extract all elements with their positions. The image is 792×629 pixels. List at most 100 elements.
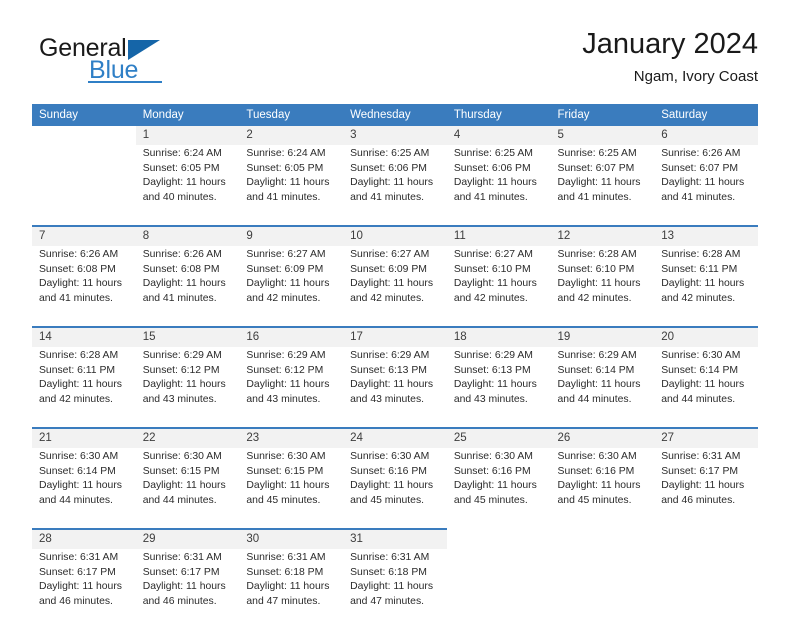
day-detail-line: and 45 minutes.: [350, 494, 425, 506]
day-number-9[interactable]: 9: [239, 225, 344, 246]
day-detail-empty: [550, 549, 655, 629]
calendar-week-detail-row: Sunrise: 6:26 AM Sunset: 6:08 PM Daylight:…: [32, 246, 758, 327]
day-number-3[interactable]: 3: [343, 126, 447, 145]
calendar-header-row: Sunday Monday Tuesday Wednesday Thursday Frid…: [32, 104, 758, 126]
day-number-29[interactable]: 29: [135, 528, 240, 549]
day-number-30[interactable]: 30: [239, 528, 344, 549]
day-detail-17: Sunrise: 6:29 AM Sunset: 6:13 PM Daylight:…: [343, 347, 447, 428]
day-detail-line: Daylight: 11 hours: [39, 581, 122, 593]
day-detail-line: Sunset: 6:18 PM: [350, 566, 427, 578]
day-detail-line: Daylight: 11 hours: [661, 278, 745, 290]
day-detail-line: Sunrise: 6:24 AM: [246, 148, 326, 159]
day-detail-27: Sunrise: 6:31 AM Sunset: 6:17 PM Daylight:…: [654, 448, 758, 529]
day-detail-line: Daylight: 11 hours: [142, 581, 226, 593]
day-detail-line: Sunset: 6:17 PM: [142, 566, 220, 578]
day-detail-line: Sunrise: 6:25 AM: [350, 148, 430, 159]
day-detail-18: Sunrise: 6:29 AM Sunset: 6:13 PM Daylight:…: [446, 347, 551, 428]
day-number-2[interactable]: 2: [239, 126, 344, 145]
day-detail-line: and 42 minutes.: [557, 292, 632, 304]
weekday-header-sunday: Sunday: [32, 104, 136, 126]
day-detail-line: and 43 minutes.: [246, 393, 321, 405]
day-detail-line: Daylight: 11 hours: [453, 177, 537, 189]
day-number-14[interactable]: 14: [32, 326, 136, 347]
day-number-22[interactable]: 22: [135, 427, 240, 448]
day-detail-line: Daylight: 11 hours: [142, 177, 226, 189]
calendar-week-detail-row: Sunrise: 6:24 AM Sunset: 6:05 PM Daylight:…: [32, 145, 758, 226]
day-detail-line: and 43 minutes.: [453, 393, 528, 405]
day-detail-line: and 45 minutes.: [246, 494, 321, 506]
day-detail-line: Sunset: 6:13 PM: [350, 364, 427, 376]
day-number-empty: [446, 528, 551, 549]
day-detail-line: Sunrise: 6:27 AM: [350, 249, 430, 260]
day-detail-25: Sunrise: 6:30 AM Sunset: 6:16 PM Daylight:…: [446, 448, 551, 529]
day-detail-line: Sunrise: 6:29 AM: [142, 350, 222, 361]
day-number-23[interactable]: 23: [239, 427, 344, 448]
day-number-27[interactable]: 27: [654, 427, 758, 448]
day-number-26[interactable]: 26: [550, 427, 655, 448]
day-detail-line: Sunset: 6:15 PM: [142, 465, 220, 477]
general-blue-logo[interactable]: General Blue: [32, 34, 262, 96]
day-number-empty: [550, 528, 655, 549]
day-detail-line: Daylight: 11 hours: [246, 379, 330, 391]
day-number-11[interactable]: 11: [446, 225, 551, 246]
day-detail-line: Sunrise: 6:31 AM: [39, 552, 119, 563]
day-detail-line: and 41 minutes.: [453, 191, 528, 203]
day-detail-empty: [32, 145, 136, 226]
day-number-19[interactable]: 19: [550, 326, 655, 347]
day-number-20[interactable]: 20: [654, 326, 758, 347]
title-block: January 2024 Ngam, Ivory Coast: [582, 26, 758, 88]
day-number-28[interactable]: 28: [32, 528, 136, 549]
day-number-21[interactable]: 21: [32, 427, 136, 448]
day-number-16[interactable]: 16: [239, 326, 344, 347]
day-detail-line: Sunset: 6:12 PM: [142, 364, 220, 376]
day-number-4[interactable]: 4: [446, 126, 551, 145]
day-detail-line: Sunset: 6:10 PM: [453, 263, 531, 275]
day-number-15[interactable]: 15: [135, 326, 240, 347]
day-detail-line: Sunset: 6:07 PM: [557, 162, 635, 174]
day-number-12[interactable]: 12: [550, 225, 655, 246]
day-number-5[interactable]: 5: [550, 126, 655, 145]
day-number-8[interactable]: 8: [135, 225, 240, 246]
day-detail-line: and 41 minutes.: [661, 191, 736, 203]
day-detail-line: and 42 minutes.: [39, 393, 113, 405]
day-detail-13: Sunrise: 6:28 AM Sunset: 6:11 PM Daylight:…: [654, 246, 758, 327]
day-number-25[interactable]: 25: [446, 427, 551, 448]
day-detail-14: Sunrise: 6:28 AM Sunset: 6:11 PM Daylight:…: [32, 347, 136, 428]
day-detail-line: Sunset: 6:09 PM: [246, 263, 324, 275]
day-detail-line: and 46 minutes.: [39, 595, 113, 607]
day-number-18[interactable]: 18: [446, 326, 551, 347]
day-detail-line: Daylight: 11 hours: [350, 581, 434, 593]
day-detail-line: Daylight: 11 hours: [39, 379, 122, 391]
day-detail-24: Sunrise: 6:30 AM Sunset: 6:16 PM Daylight:…: [343, 448, 447, 529]
day-detail-line: and 44 minutes.: [557, 393, 632, 405]
day-detail-line: Sunset: 6:07 PM: [661, 162, 739, 174]
day-detail-line: Daylight: 11 hours: [246, 581, 330, 593]
day-detail-line: and 46 minutes.: [661, 494, 736, 506]
day-detail-line: Daylight: 11 hours: [557, 480, 641, 492]
day-number-7[interactable]: 7: [32, 225, 136, 246]
day-number-24[interactable]: 24: [343, 427, 447, 448]
calendar-week-number-row: 14 15 16 17 18 19 20: [32, 326, 758, 347]
day-detail-line: Sunset: 6:11 PM: [39, 364, 116, 376]
calendar-week-detail-row: Sunrise: 6:28 AM Sunset: 6:11 PM Daylight:…: [32, 347, 758, 428]
day-number-17[interactable]: 17: [343, 326, 447, 347]
calendar-body: 1 2 3 4 5 6 Sunrise: 6:24 AM Sunset: 6:05 PM Day…: [32, 126, 758, 629]
day-detail-20: Sunrise: 6:30 AM Sunset: 6:14 PM Daylight:…: [654, 347, 758, 428]
day-detail-15: Sunrise: 6:29 AM Sunset: 6:12 PM Daylight:…: [135, 347, 240, 428]
day-number-13[interactable]: 13: [654, 225, 758, 246]
day-detail-23: Sunrise: 6:30 AM Sunset: 6:15 PM Daylight:…: [239, 448, 344, 529]
day-detail-line: and 42 minutes.: [350, 292, 425, 304]
day-detail-line: Daylight: 11 hours: [453, 379, 537, 391]
day-number-10[interactable]: 10: [343, 225, 447, 246]
day-number-31[interactable]: 31: [343, 528, 447, 549]
day-detail-line: and 44 minutes.: [661, 393, 736, 405]
day-detail-line: Daylight: 11 hours: [246, 278, 330, 290]
day-detail-line: Daylight: 11 hours: [350, 278, 434, 290]
day-detail-5: Sunrise: 6:25 AM Sunset: 6:07 PM Daylight:…: [550, 145, 655, 226]
day-detail-line: and 40 minutes.: [142, 191, 217, 203]
day-number-6[interactable]: 6: [654, 126, 758, 145]
day-detail-30: Sunrise: 6:31 AM Sunset: 6:18 PM Daylight:…: [239, 549, 344, 629]
day-number-1[interactable]: 1: [135, 126, 240, 145]
day-detail-line: Sunrise: 6:24 AM: [142, 148, 222, 159]
day-detail-line: and 45 minutes.: [453, 494, 528, 506]
